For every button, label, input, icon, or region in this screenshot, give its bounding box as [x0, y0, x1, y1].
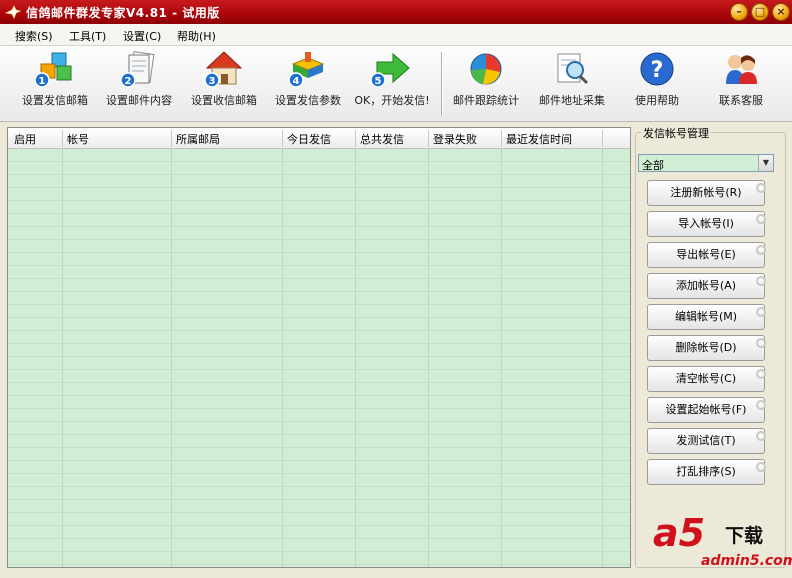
menu-search[interactable]: 搜索(S): [15, 28, 53, 44]
column-last-sent-time[interactable]: 最近发信时间: [506, 131, 572, 147]
account-management-panel: 发信帐号管理 全部 ▼ 注册新帐号(R) 导入帐号(I) 导出帐号(E) 添加帐…: [635, 124, 786, 568]
button-label: 注册新帐号(R): [670, 186, 742, 199]
account-filter-dropdown[interactable]: 全部 ▼: [638, 154, 774, 172]
toolbar-label: 设置收信邮箱: [191, 94, 257, 107]
column-enabled[interactable]: 启用: [14, 131, 36, 147]
toolbar-label: 设置邮件内容: [106, 94, 172, 107]
menu-settings[interactable]: 设置(C): [123, 28, 161, 44]
toolbar-label: 邮件地址采集: [539, 94, 605, 107]
watermark-url: admin5.com: [701, 553, 792, 569]
gear-icon: [756, 462, 766, 472]
button-label: 清空帐号(C): [675, 372, 737, 385]
window-title: 信鸽邮件群发专家V4.81 - 试用版: [26, 6, 220, 20]
column-today-sent[interactable]: 今日发信: [287, 131, 331, 147]
button-label: 导入帐号(I): [678, 217, 734, 230]
button-label: 设置起始帐号(F): [665, 403, 747, 416]
menu-tools[interactable]: 工具(T): [69, 28, 106, 44]
button-label: 打乱排序(S): [676, 465, 736, 478]
toolbar-address-collection[interactable]: 邮件地址采集: [530, 50, 614, 118]
column-mail-server[interactable]: 所属邮局: [176, 131, 220, 147]
pie-chart-icon: [470, 53, 502, 85]
chevron-down-icon[interactable]: ▼: [758, 155, 773, 171]
dropdown-value: 全部: [642, 159, 664, 172]
svg-text:2: 2: [125, 76, 132, 87]
maximize-button[interactable]: □: [751, 3, 769, 21]
document-icon: 2: [120, 51, 155, 88]
gear-icon: [756, 183, 766, 193]
table-body: [8, 149, 630, 567]
toolbar-set-recipient-mailbox[interactable]: 3 设置收信邮箱: [182, 50, 266, 118]
column-account[interactable]: 帐号: [67, 131, 89, 147]
toolbar-contact-support[interactable]: 联系客服: [699, 50, 783, 118]
button-label: 删除帐号(D): [675, 341, 737, 354]
admin5-watermark: a5 下载 admin5.com: [647, 511, 792, 573]
accounts-table[interactable]: 启用 帐号 所属邮局 今日发信 总共发信 登录失败 最近发信时间: [7, 127, 631, 568]
button-label: 编辑帐号(M): [674, 310, 738, 323]
register-account-button[interactable]: 注册新帐号(R): [647, 180, 766, 206]
toolbar-set-sender-mailbox[interactable]: 1 设置发信邮箱: [13, 50, 97, 118]
toolbar-label: 设置发信参数: [275, 94, 341, 107]
gear-icon: [756, 307, 766, 317]
export-accounts-button[interactable]: 导出帐号(E): [647, 242, 766, 268]
green-arrow-icon: 5: [370, 52, 410, 88]
column-login-failed[interactable]: 登录失败: [433, 131, 477, 147]
toolbar-label: 联系客服: [719, 94, 763, 107]
import-accounts-button[interactable]: 导入帐号(I): [647, 211, 766, 237]
status-bar: [0, 571, 792, 578]
svg-text:3: 3: [209, 76, 216, 87]
gear-icon: [756, 276, 766, 286]
toolbar-set-send-params[interactable]: 4 设置发信参数: [266, 50, 350, 118]
svg-text:5: 5: [375, 76, 382, 87]
gear-icon: [756, 431, 766, 441]
svg-text:4: 4: [293, 76, 300, 87]
cubes-icon: 1: [34, 52, 72, 88]
toolbar-label: 使用帮助: [635, 94, 679, 107]
send-test-mail-button[interactable]: 发测试信(T): [647, 428, 766, 454]
toolbar-label: 邮件跟踪统计: [453, 94, 519, 107]
minimize-button[interactable]: –: [730, 3, 748, 21]
gear-icon: [756, 214, 766, 224]
shuffle-order-button[interactable]: 打乱排序(S): [647, 459, 766, 485]
table-header: 启用 帐号 所属邮局 今日发信 总共发信 登录失败 最近发信时间: [8, 128, 630, 149]
gear-icon: [756, 369, 766, 379]
delete-account-button[interactable]: 删除帐号(D): [647, 335, 766, 361]
button-label: 发测试信(T): [676, 434, 736, 447]
toolbar-start-sending[interactable]: 5 OK，开始发信!: [350, 50, 434, 118]
title-bar: 信鸽邮件群发专家V4.81 - 试用版 – □ ×: [0, 0, 792, 24]
help-icon: ?: [640, 52, 674, 86]
menu-bar: 搜索(S) 工具(T) 设置(C) 帮助(H): [0, 24, 792, 46]
toolbar-label: 设置发信邮箱: [22, 94, 88, 107]
panel-title: 发信帐号管理: [641, 125, 711, 141]
watermark-logo: a5: [653, 511, 706, 555]
users-icon: [726, 55, 757, 84]
toolbar-help[interactable]: ? 使用帮助: [615, 50, 699, 118]
set-start-account-button[interactable]: 设置起始帐号(F): [647, 397, 766, 423]
gear-icon: [756, 338, 766, 348]
pigeon-icon: [5, 5, 21, 19]
svg-text:?: ?: [651, 58, 664, 83]
edit-account-button[interactable]: 编辑帐号(M): [647, 304, 766, 330]
toolbar-label: OK，开始发信!: [354, 94, 430, 107]
toolbar-set-mail-content[interactable]: 2 设置邮件内容: [97, 50, 181, 118]
blocks-icon: 4: [288, 52, 325, 88]
column-total-sent[interactable]: 总共发信: [360, 131, 404, 147]
add-account-button[interactable]: 添加帐号(A): [647, 273, 766, 299]
menu-help[interactable]: 帮助(H): [177, 28, 216, 44]
close-button[interactable]: ×: [772, 3, 790, 21]
toolbar-mail-tracking[interactable]: 邮件跟踪统计: [444, 50, 528, 118]
magnifier-icon: [557, 53, 589, 85]
svg-text:1: 1: [39, 76, 46, 87]
watermark-word: 下载: [725, 525, 764, 547]
button-label: 添加帐号(A): [675, 279, 737, 292]
gear-icon: [756, 400, 766, 410]
toolbar: 1 设置发信邮箱 2 设置邮件内容 3 设置收信邮箱 4 设置发信参数 5 OK…: [0, 46, 792, 122]
gear-icon: [756, 245, 766, 255]
clear-accounts-button[interactable]: 清空帐号(C): [647, 366, 766, 392]
button-label: 导出帐号(E): [676, 248, 736, 261]
house-icon: 3: [204, 51, 243, 88]
toolbar-separator: [441, 52, 443, 116]
